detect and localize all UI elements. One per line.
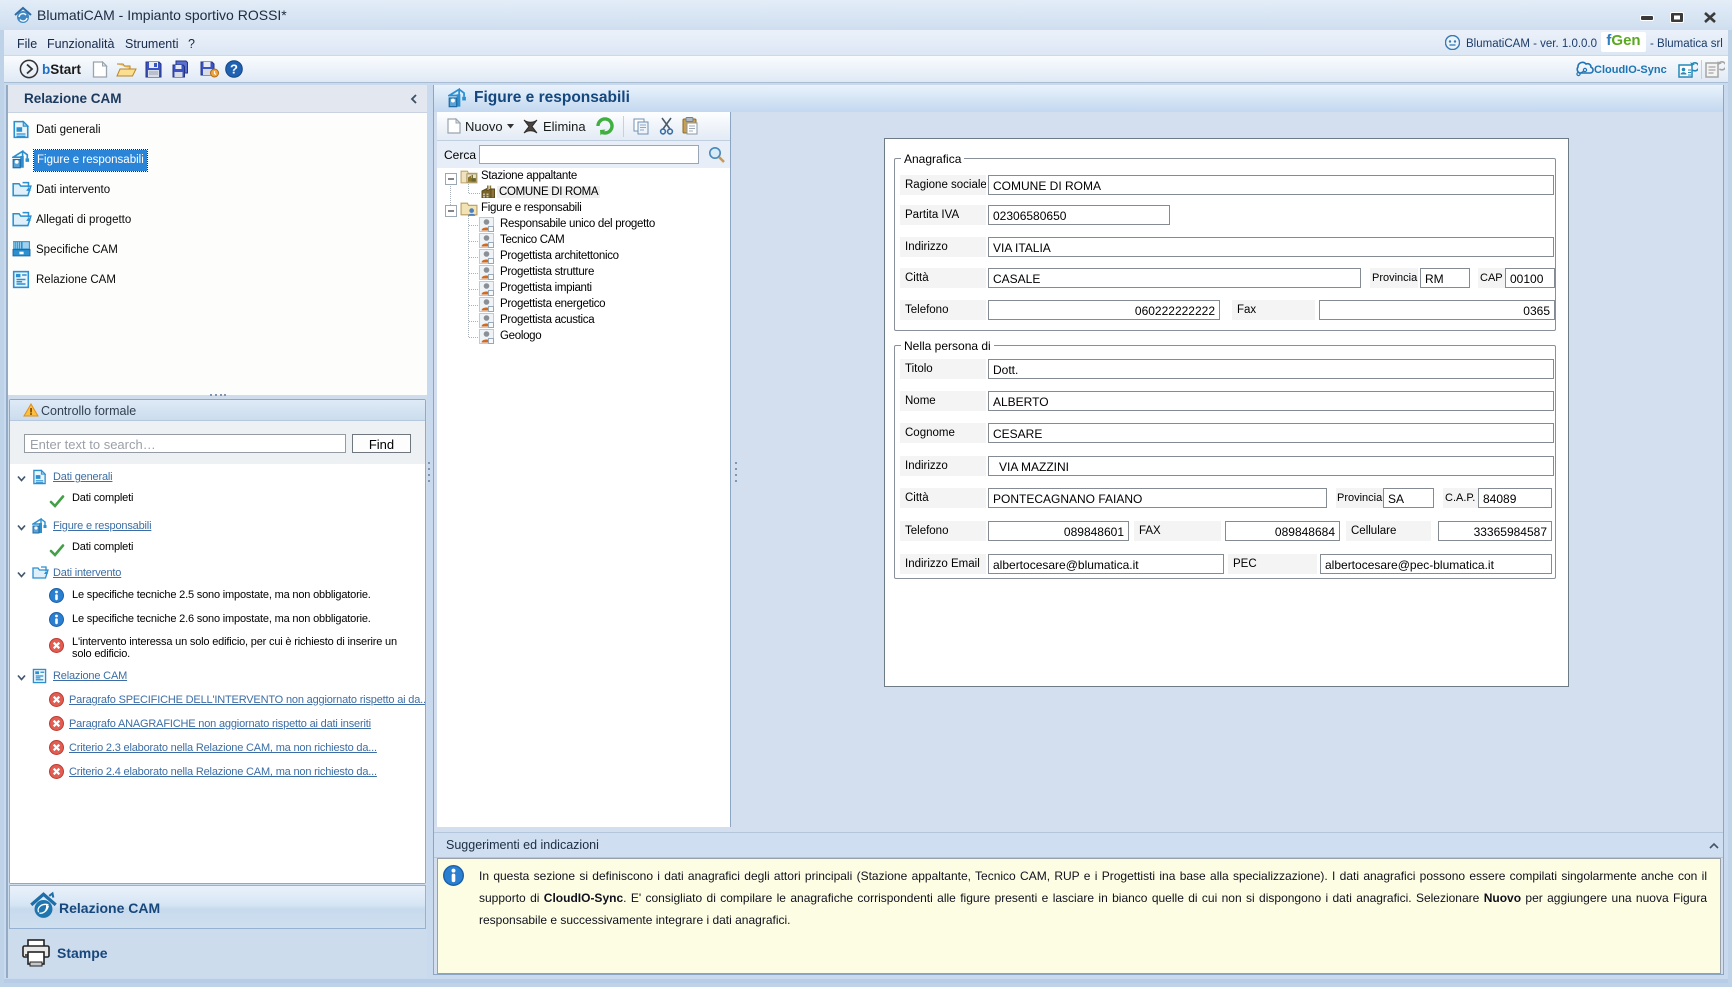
svg-text:?: ?: [230, 62, 238, 77]
